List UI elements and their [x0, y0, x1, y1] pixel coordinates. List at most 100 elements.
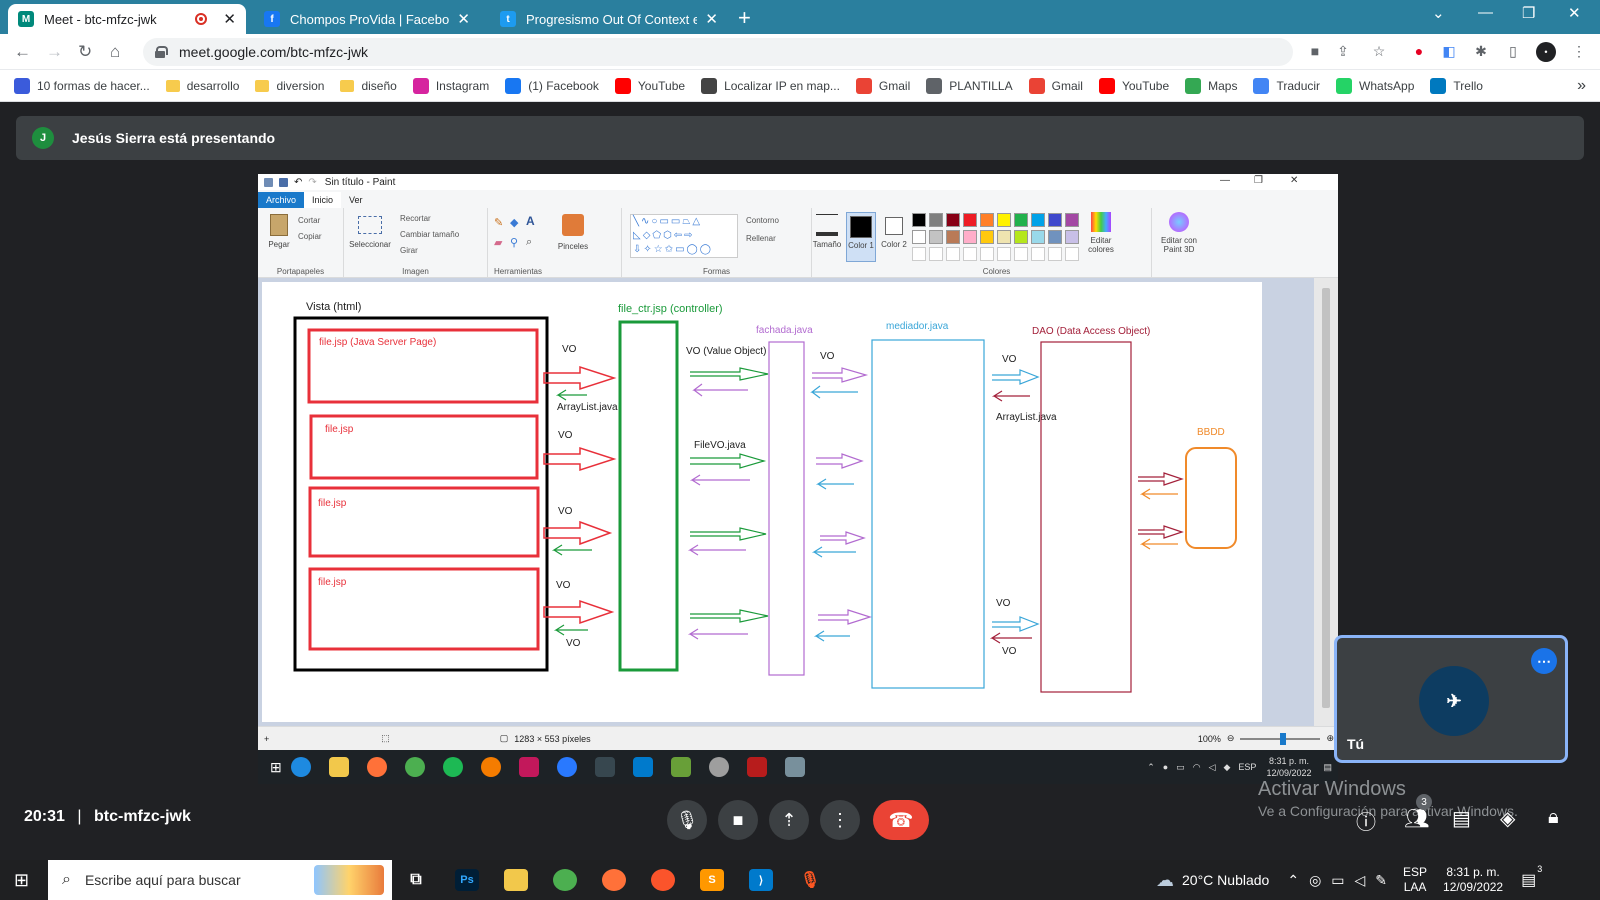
- menu-archivo[interactable]: Archivo: [258, 192, 305, 208]
- bookmark-item[interactable]: Localizar IP en map...: [701, 77, 840, 94]
- custom-color-slot[interactable]: [946, 247, 960, 261]
- tray-network-icon[interactable]: ▭: [1331, 872, 1344, 889]
- self-video-tile[interactable]: ⋯ ✈︎ Tú: [1334, 635, 1568, 763]
- host-controls-icon[interactable]: 🔒︎: [1548, 806, 1559, 829]
- size-button[interactable]: Tamaño: [812, 214, 842, 249]
- address-bar[interactable]: meet.google.com/btc-mfzc-jwk: [143, 38, 1293, 66]
- palette-swatch[interactable]: [929, 213, 943, 227]
- eraser-icon[interactable]: ▰: [494, 236, 502, 249]
- pencil-icon[interactable]: ✎: [494, 216, 503, 229]
- outline-button[interactable]: Contorno: [746, 216, 779, 225]
- palette-swatch[interactable]: [946, 213, 960, 227]
- extensions-icon[interactable]: ✱: [1472, 43, 1490, 61]
- bookmark-star-icon[interactable]: ☆: [1370, 43, 1388, 61]
- drawing-canvas[interactable]: Vista (html) file.jsp (Java Server Page)…: [262, 282, 1262, 722]
- menu-inicio[interactable]: Inicio: [304, 192, 342, 208]
- bookmark-item[interactable]: YouTube: [1098, 77, 1169, 94]
- magnifier-icon[interactable]: ⌕: [526, 236, 532, 249]
- bookmark-item[interactable]: PLANTILLA: [926, 77, 1013, 94]
- share-icon[interactable]: ⇪: [1334, 43, 1352, 61]
- tray-meet-icon[interactable]: ◎: [1309, 872, 1321, 889]
- sublime-text-icon[interactable]: S: [700, 869, 724, 891]
- brushes-button[interactable]: Pinceles: [552, 214, 594, 251]
- rotate-button[interactable]: Girar: [400, 246, 418, 255]
- paint-close-icon[interactable]: ✕: [1290, 175, 1298, 186]
- close-window-icon[interactable]: ✕: [1568, 4, 1581, 22]
- palette-swatch[interactable]: [946, 230, 960, 244]
- palette-swatch[interactable]: [980, 213, 994, 227]
- text-tool-icon[interactable]: A: [526, 214, 535, 228]
- custom-color-slot[interactable]: [1065, 247, 1079, 261]
- bookmark-item[interactable]: Maps: [1185, 77, 1237, 94]
- cut-button[interactable]: Cortar: [298, 216, 320, 225]
- paint3d-button[interactable]: Editar con Paint 3D: [1156, 212, 1202, 254]
- palette-swatch[interactable]: [1014, 213, 1028, 227]
- zoom-slider[interactable]: [1240, 732, 1321, 745]
- more-bookmarks-icon[interactable]: »: [1577, 77, 1586, 95]
- palette-swatch[interactable]: [980, 230, 994, 244]
- palette-swatch[interactable]: [997, 230, 1011, 244]
- bookmark-item[interactable]: Gmail: [855, 77, 910, 94]
- keyboard-layout[interactable]: ESP LAA: [1403, 865, 1427, 895]
- restore-icon[interactable]: ❐: [1522, 4, 1535, 22]
- photoshop-icon[interactable]: Ps: [455, 869, 479, 891]
- zoom-thumb[interactable]: [1280, 732, 1287, 745]
- save-icon[interactable]: [279, 177, 288, 187]
- more-options-icon[interactable]: ⋯: [1531, 648, 1557, 674]
- bookmark-item[interactable]: Gmail: [1028, 77, 1083, 94]
- tab-facebook[interactable]: f Chompos ProVida | Facebook ✕: [254, 4, 480, 34]
- redo-icon[interactable]: ↷: [308, 177, 316, 188]
- chat-icon[interactable]: ▤: [1452, 806, 1471, 831]
- palette-swatch[interactable]: [963, 230, 977, 244]
- menu-ver[interactable]: Ver: [341, 192, 371, 208]
- tab-search-icon[interactable]: ⌄: [1432, 4, 1445, 22]
- palette-swatch[interactable]: [1031, 213, 1045, 227]
- microphone-app-icon[interactable]: 🎙︎: [798, 869, 822, 891]
- palette-swatch[interactable]: [1048, 213, 1062, 227]
- palette-swatch[interactable]: [1065, 213, 1079, 227]
- palette-swatch[interactable]: [912, 213, 926, 227]
- forward-icon[interactable]: →: [46, 42, 63, 62]
- palette-swatch[interactable]: [1048, 230, 1062, 244]
- crop-button[interactable]: Recortar: [400, 214, 431, 223]
- custom-color-slot[interactable]: [980, 247, 994, 261]
- profile-avatar[interactable]: •: [1536, 42, 1556, 62]
- bookmark-item[interactable]: Instagram: [412, 77, 489, 94]
- custom-color-slot[interactable]: [1031, 247, 1045, 261]
- clock[interactable]: 8:31 p. m. 12/09/2022: [1443, 865, 1503, 895]
- select-button[interactable]: Seleccionar: [348, 216, 392, 249]
- close-tab-icon[interactable]: ✕: [457, 10, 470, 28]
- bookmark-item[interactable]: Traducir: [1253, 77, 1320, 94]
- pinterest-icon[interactable]: ●: [1410, 43, 1428, 61]
- camera-icon[interactable]: ■: [1306, 43, 1324, 61]
- bookmark-item[interactable]: diversion: [255, 79, 324, 93]
- undo-icon[interactable]: ↶: [294, 177, 302, 188]
- camera-button[interactable]: ■: [718, 800, 758, 840]
- microphone-button[interactable]: 🎙︎: [667, 800, 707, 840]
- close-tab-icon[interactable]: ✕: [223, 10, 236, 28]
- minimize-icon[interactable]: —: [1478, 4, 1493, 21]
- menu-kebab-icon[interactable]: ⋮: [1570, 43, 1588, 61]
- notification-center-icon[interactable]: ▤ 3: [1521, 864, 1542, 890]
- end-call-button[interactable]: ☎︎: [873, 800, 929, 840]
- custom-color-slot[interactable]: [997, 247, 1011, 261]
- close-tab-icon[interactable]: ✕: [705, 10, 718, 28]
- palette-swatch[interactable]: [963, 213, 977, 227]
- color1-button[interactable]: Color 1: [846, 212, 876, 262]
- custom-color-slot[interactable]: [963, 247, 977, 261]
- bookmark-item[interactable]: 10 formas de hacer...: [14, 77, 150, 94]
- paint-minimize-icon[interactable]: —: [1220, 175, 1230, 186]
- side-panel-icon[interactable]: ▯: [1504, 43, 1522, 61]
- brave-icon[interactable]: [651, 869, 675, 891]
- bookmark-item[interactable]: diseño: [340, 79, 397, 93]
- paint-restore-icon[interactable]: ❐: [1254, 175, 1263, 186]
- palette-swatch[interactable]: [997, 213, 1011, 227]
- zoom-in-icon[interactable]: ⊕: [1326, 733, 1334, 744]
- tray-chevron-icon[interactable]: ⌃: [1287, 872, 1299, 889]
- task-view-icon[interactable]: ⧉: [404, 869, 428, 891]
- tab-twitter[interactable]: t Progresismo Out Of Context en T ✕: [490, 4, 728, 34]
- fill-button[interactable]: Rellenar: [746, 234, 776, 243]
- custom-color-slot[interactable]: [929, 247, 943, 261]
- chrome-icon[interactable]: [553, 869, 577, 891]
- tray-volume-icon[interactable]: ◁: [1355, 872, 1366, 889]
